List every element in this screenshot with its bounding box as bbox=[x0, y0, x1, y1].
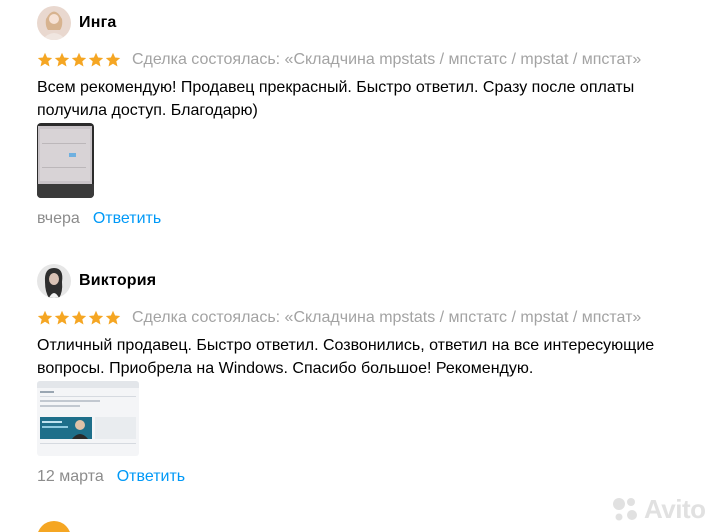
review-date: вчера bbox=[37, 210, 80, 227]
star-icon bbox=[37, 52, 53, 67]
review-date: 12 марта bbox=[37, 468, 104, 485]
review-meta: вчера Ответить bbox=[37, 208, 161, 230]
avito-logo-icon bbox=[613, 498, 637, 521]
review-photo[interactable] bbox=[37, 381, 139, 456]
star-icon bbox=[54, 310, 70, 325]
avatar[interactable] bbox=[37, 6, 71, 40]
avatar[interactable] bbox=[37, 521, 71, 532]
star-rating bbox=[37, 52, 121, 68]
star-icon bbox=[88, 52, 104, 67]
review-text: Отличный продавец. Быстро ответил. Созво… bbox=[37, 337, 655, 377]
avatar[interactable] bbox=[37, 264, 71, 298]
star-icon bbox=[105, 52, 121, 67]
review-header: Инга bbox=[37, 6, 117, 40]
star-icon bbox=[88, 310, 104, 325]
star-icon bbox=[54, 52, 70, 67]
avito-wordmark: Avito bbox=[644, 493, 706, 524]
avito-watermark: Avito bbox=[610, 492, 706, 526]
reviewer-name[interactable]: Инга bbox=[79, 14, 117, 32]
star-icon bbox=[71, 52, 87, 67]
review-text: Всем рекомендую! Продавец прекрасный. Бы… bbox=[37, 79, 635, 119]
deal-info: Сделка состоялась: «Складчина mpstats / … bbox=[132, 309, 642, 326]
rating-row: Сделка состоялась: «Складчина mpstats / … bbox=[37, 309, 641, 327]
star-icon bbox=[71, 310, 87, 325]
review-header: Виктория bbox=[37, 264, 156, 298]
reviews-page: Инга Сделка состоялась: «Складчина mpsta… bbox=[0, 0, 720, 532]
review-meta: 12 марта Ответить bbox=[37, 466, 185, 488]
star-rating bbox=[37, 310, 121, 326]
star-icon bbox=[105, 310, 121, 325]
star-icon bbox=[37, 310, 53, 325]
deal-info: Сделка состоялась: «Складчина mpstats / … bbox=[132, 51, 642, 68]
reply-button[interactable]: Ответить bbox=[93, 210, 161, 228]
reviewer-name[interactable]: Виктория bbox=[79, 272, 156, 290]
review-photo[interactable] bbox=[37, 123, 94, 198]
rating-row: Сделка состоялась: «Складчина mpstats / … bbox=[37, 51, 641, 69]
reply-button[interactable]: Ответить bbox=[117, 468, 185, 486]
